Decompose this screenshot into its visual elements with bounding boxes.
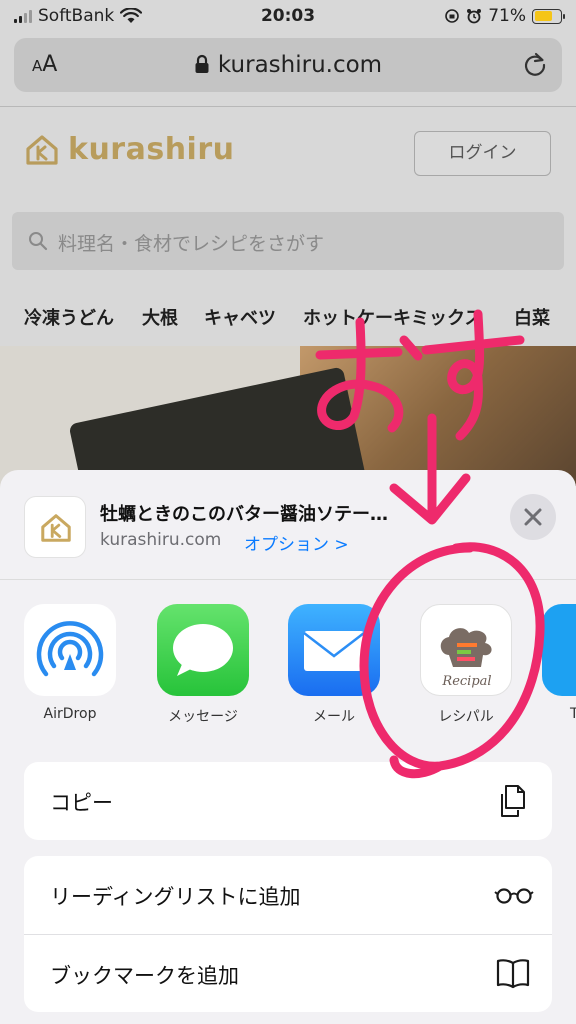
app-recipal[interactable]: Recipal レシパル [411, 604, 521, 726]
copy-action[interactable]: コピー [24, 762, 552, 840]
tag-item[interactable]: 冷凍うどん [24, 304, 114, 330]
share-sheet: 牡蠣ときのこのバター醤油ソテー… kurashiru.com オプション > A… [0, 470, 576, 1024]
tag-item[interactable]: ホットケーキミックス [303, 304, 482, 330]
app-label: メッセージ [168, 709, 238, 725]
search-placeholder: 料理名・食材でレシピをさがす [58, 233, 325, 255]
search-icon [29, 232, 48, 251]
app-label: レシパル [438, 709, 494, 725]
battery-icon [532, 8, 565, 24]
reading-list-action[interactable]: リーディングリストに追加 [24, 856, 552, 934]
book-icon [496, 959, 530, 989]
status-right: 71% [444, 6, 565, 26]
kurashiru-logo-icon [26, 134, 58, 165]
tag-item[interactable]: 白菜 [514, 304, 550, 330]
alarm-icon [467, 9, 482, 24]
orientation-lock-icon [445, 9, 460, 23]
close-icon [524, 508, 542, 526]
shared-page-domain: kurashiru.com [100, 530, 222, 550]
action-group-lists: リーディングリストに追加 ブックマークを追加 [24, 856, 552, 1012]
app-airdrop[interactable]: AirDrop [15, 604, 125, 722]
recipal-icon: Recipal [420, 604, 512, 696]
action-label: コピー [50, 791, 113, 815]
page-thumbnail [24, 496, 86, 558]
action-label: ブックマークを追加 [50, 964, 239, 988]
app-label: AirDrop [43, 706, 97, 722]
url-text: kurashiru.com [217, 52, 383, 78]
twitter-icon [542, 604, 576, 696]
action-group-copy: コピー [24, 762, 552, 840]
app-label: メール [313, 709, 355, 725]
app-messages[interactable]: メッセージ [148, 604, 258, 726]
bookmark-action[interactable]: ブックマークを追加 [24, 934, 552, 1012]
glasses-icon [494, 888, 534, 904]
tag-item[interactable]: キャベツ [204, 304, 276, 330]
share-apps-row: AirDrop メッセージ メール Recipal レシパル T [0, 604, 576, 734]
recipe-hero-image [0, 346, 576, 486]
site-logo[interactable]: kurashiru [24, 132, 235, 167]
divider [0, 106, 576, 107]
action-label: リーディングリストに追加 [50, 885, 301, 909]
battery-percent: 71% [488, 6, 526, 26]
mail-icon [288, 604, 380, 696]
options-link[interactable]: オプション > [244, 530, 349, 555]
recipe-search-input[interactable]: 料理名・食材でレシピをさがす [12, 212, 564, 270]
share-header: 牡蠣ときのこのバター醤油ソテー… kurashiru.com オプション > [0, 470, 576, 580]
address-bar[interactable]: AA kurashiru.com [14, 38, 562, 92]
close-button[interactable] [510, 494, 556, 540]
status-bar: SoftBank 20:03 71% [0, 0, 576, 32]
url-display[interactable]: kurashiru.com [14, 52, 562, 78]
app-twitter[interactable]: T [542, 604, 576, 722]
tag-list: 冷凍うどん 大根 キャベツ ホットケーキミックス 白菜 [0, 296, 576, 336]
reload-icon[interactable] [522, 51, 548, 77]
airdrop-icon [24, 604, 116, 696]
copy-icon [501, 785, 525, 817]
lock-icon [195, 54, 209, 73]
shared-page-title: 牡蠣ときのこのバター醤油ソテー… [100, 504, 388, 525]
messages-icon [157, 604, 249, 696]
app-label: T [570, 706, 576, 722]
kurashiru-logo-icon [41, 514, 71, 542]
login-button[interactable]: ログイン [414, 131, 551, 176]
app-mail[interactable]: メール [279, 604, 389, 726]
logo-text: kurashiru [68, 132, 235, 167]
svg-text:Recipal: Recipal [441, 674, 491, 689]
tag-item[interactable]: 大根 [142, 304, 178, 330]
